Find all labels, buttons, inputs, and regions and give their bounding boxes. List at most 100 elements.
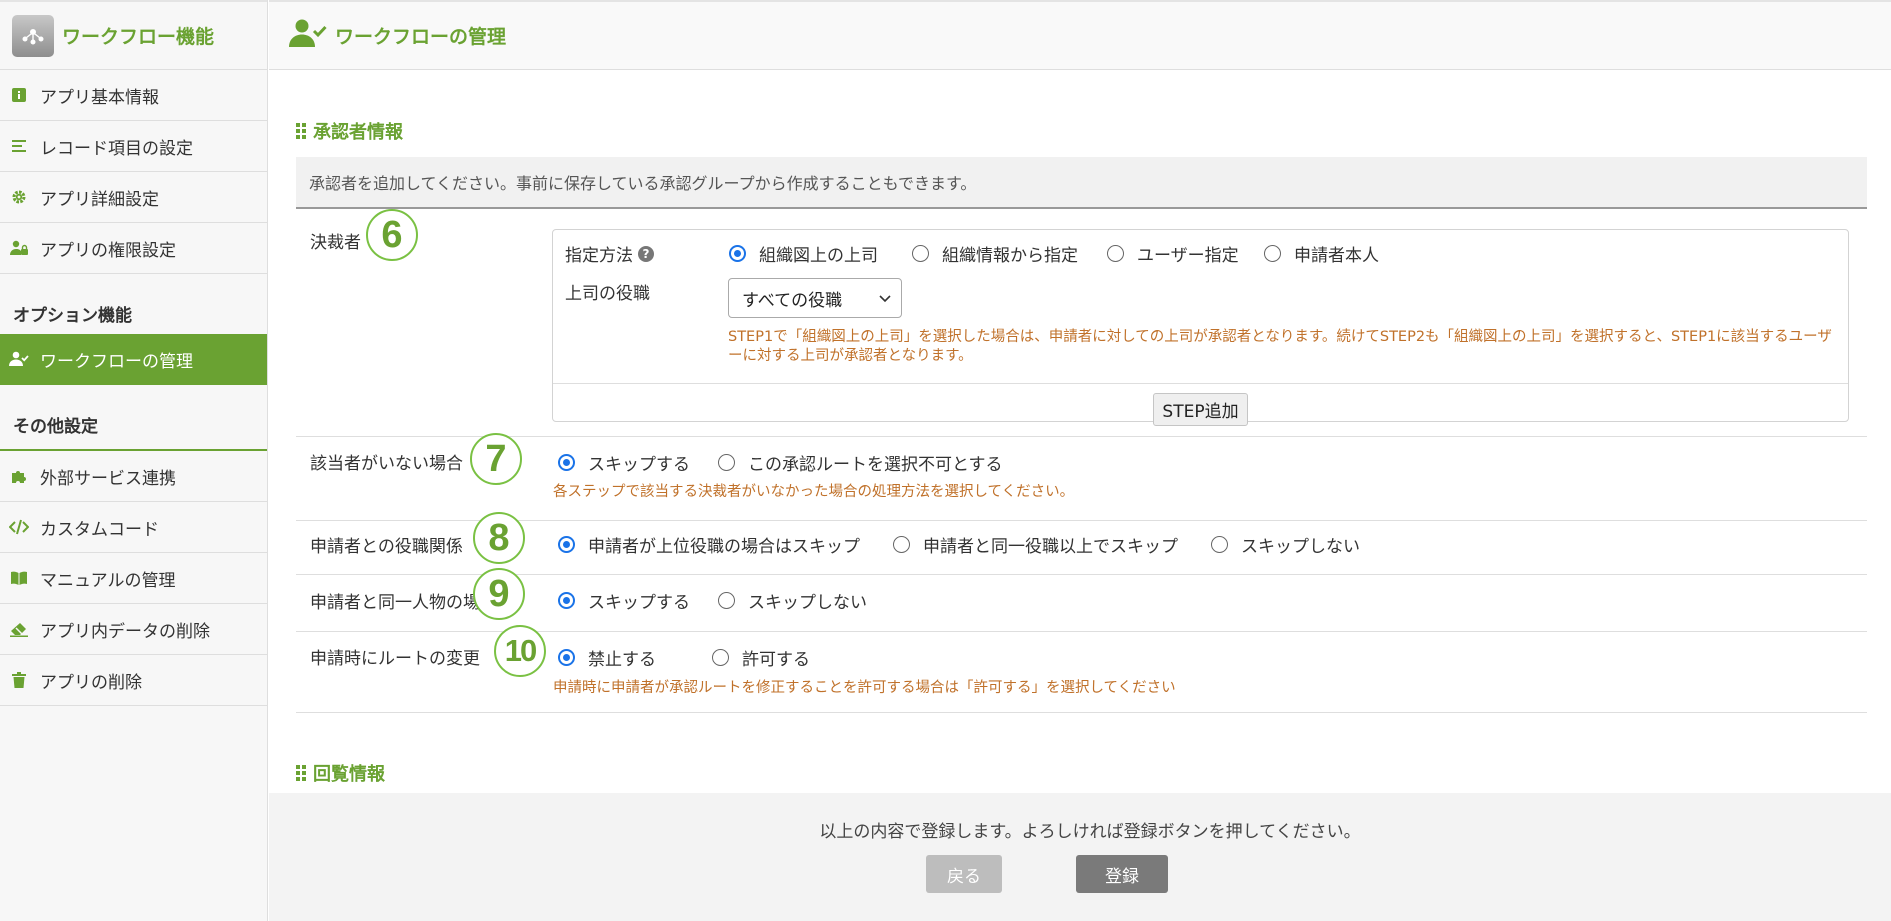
sidebar-item-label: アプリ基本情報: [40, 87, 159, 108]
page-header: ワークフローの管理: [269, 0, 1891, 70]
radio-button[interactable]: [1211, 536, 1228, 553]
sidebar-item-custom-code[interactable]: カスタムコード: [0, 502, 267, 553]
method-option-applicant[interactable]: 申請者本人: [1264, 241, 1379, 266]
step-number-badge: 6: [366, 209, 418, 261]
divider: [296, 520, 1867, 521]
sidebar-item-label: アプリの権限設定: [40, 240, 176, 261]
step-number-badge: 10: [494, 625, 546, 677]
radio-label: 組織図上の上司: [759, 246, 878, 266]
sidebar-item-label: マニュアルの管理: [40, 570, 176, 591]
decider-label: 決裁者: [310, 233, 361, 253]
radio-label: スキップする: [588, 455, 690, 475]
sidebar-item-external-services[interactable]: 外部サービス連携: [0, 451, 267, 502]
radio-button[interactable]: [912, 245, 929, 262]
register-button[interactable]: 登録: [1076, 855, 1168, 893]
radio-label: 許可する: [742, 650, 810, 670]
step-number-badge: 8: [473, 512, 525, 564]
approver-section-title: 承認者情報: [296, 118, 403, 144]
radio-button[interactable]: [712, 649, 729, 666]
no-match-option-disable-route[interactable]: この承認ルートを選択不可とする: [718, 450, 1003, 475]
radio-label: 申請者と同一役職以上でスキップ: [923, 537, 1178, 557]
boss-role-label: 上司の役職: [565, 284, 650, 304]
method-option-user[interactable]: ユーザー指定: [1107, 241, 1239, 266]
method-label-text: 指定方法: [565, 246, 633, 266]
radio-label: 申請者本人: [1294, 246, 1379, 266]
sidebar-item-manual-management[interactable]: マニュアルの管理: [0, 553, 267, 604]
role-relation-option-higher-skip[interactable]: 申請者が上位役職の場合はスキップ: [558, 532, 860, 557]
sidebar-section-options: オプション機能: [13, 306, 132, 326]
role-relation-option-same-or-higher-skip[interactable]: 申請者と同一役職以上でスキップ: [893, 532, 1178, 557]
user-check-icon: [9, 349, 29, 369]
role-relation-label: 申請者との役職関係: [310, 537, 463, 557]
sidebar-item-app-basic-info[interactable]: アプリ基本情報: [0, 70, 267, 121]
sidebar-item-delete-app-data[interactable]: アプリ内データの削除: [0, 604, 267, 655]
page-title: ワークフローの管理: [335, 26, 507, 48]
boss-role-select[interactable]: すべての役職: [728, 278, 902, 318]
circulation-section-title: 回覧情報: [296, 760, 385, 786]
section-title-text: 承認者情報: [313, 122, 403, 143]
sidebar-item-label: アプリ内データの削除: [40, 621, 210, 642]
same-person-option-skip[interactable]: スキップする: [558, 588, 690, 613]
sidebar-item-workflow-management[interactable]: ワークフローの管理: [0, 334, 267, 385]
grip-icon: [296, 765, 306, 781]
help-icon[interactable]: ?: [638, 245, 654, 262]
sidebar: ワークフロー機能 アプリ基本情報 レコード項目の設定 アプリ詳細設定 アプリの権…: [0, 0, 268, 921]
radio-button[interactable]: [718, 592, 735, 609]
no-match-label: 該当者がいない場合: [310, 454, 463, 474]
method-option-org-chart-boss[interactable]: 組織図上の上司: [729, 241, 878, 266]
sidebar-item-app-detail-settings[interactable]: アプリ詳細設定: [0, 172, 267, 223]
sidebar-title: ワークフロー機能: [62, 26, 215, 48]
section-title-text: 回覧情報: [313, 764, 385, 785]
no-match-note: 各ステップで該当する決裁者がいなかった場合の処理方法を選択してください。: [553, 484, 1075, 500]
user-check-icon: [289, 18, 327, 53]
sidebar-item-label: レコード項目の設定: [40, 138, 193, 159]
decider-settings-box: 指定方法 ? 組織図上の上司 組織情報から指定 ユーザー指定 申請者本人 上司の…: [552, 229, 1849, 426]
step-number-badge: 9: [473, 568, 525, 620]
radio-label: スキップしない: [1241, 537, 1360, 557]
code-icon: [9, 517, 29, 537]
divider: [296, 436, 1867, 437]
radio-button[interactable]: [1264, 245, 1281, 262]
step-add-row: STEP追加: [553, 383, 1848, 426]
trash-icon: [9, 670, 29, 690]
radio-button[interactable]: [1107, 245, 1124, 262]
decider-note: STEP1で「組織図上の上司」を選択した場合は、申請者に対しての上司が承認者とな…: [728, 329, 1832, 364]
eraser-icon: [9, 619, 29, 639]
info-icon: [9, 85, 29, 105]
sidebar-item-record-fields[interactable]: レコード項目の設定: [0, 121, 267, 172]
radio-label: スキップする: [588, 593, 690, 613]
role-relation-option-no-skip[interactable]: スキップしない: [1211, 532, 1360, 557]
route-change-option-forbid[interactable]: 禁止する: [558, 645, 656, 670]
sidebar-item-delete-app[interactable]: アプリの削除: [0, 655, 267, 706]
sidebar-item-app-permissions[interactable]: アプリの権限設定: [0, 223, 267, 274]
sidebar-item-label: カスタムコード: [40, 519, 159, 540]
radio-button[interactable]: [718, 454, 735, 471]
step-add-button[interactable]: STEP追加: [1153, 393, 1248, 426]
same-person-option-no-skip[interactable]: スキップしない: [718, 588, 867, 613]
book-icon: [9, 568, 29, 588]
radio-label: ユーザー指定: [1137, 246, 1239, 266]
no-match-option-skip[interactable]: スキップする: [558, 450, 690, 475]
radio-button[interactable]: [558, 649, 575, 666]
user-lock-icon: [9, 238, 29, 258]
route-change-note: 申請時に申請者が承認ルートを修正することを許可する場合は「許可する」を選択してく…: [553, 680, 1176, 696]
radio-button[interactable]: [558, 454, 575, 471]
method-option-org-info[interactable]: 組織情報から指定: [912, 241, 1078, 266]
back-button[interactable]: 戻る: [926, 855, 1002, 893]
radio-button[interactable]: [558, 536, 575, 553]
sidebar-item-label: アプリの削除: [40, 672, 142, 693]
radio-button[interactable]: [729, 245, 746, 262]
radio-button[interactable]: [893, 536, 910, 553]
radio-label: 申請者が上位役職の場合はスキップ: [588, 537, 860, 557]
radio-button[interactable]: [558, 592, 575, 609]
route-change-label: 申請時にルートの変更: [310, 649, 480, 669]
footer-bar: 以上の内容で登録します。よろしければ登録ボタンを押してください。 戻る 登録: [269, 793, 1891, 921]
radio-label: 組織情報から指定: [942, 246, 1078, 266]
step-number-badge: 7: [470, 433, 522, 485]
grip-icon: [296, 123, 306, 139]
sidebar-section-other: その他設定: [0, 385, 267, 451]
puzzle-icon: [9, 466, 29, 486]
app-logo-icon: [12, 14, 54, 57]
sidebar-item-label: アプリ詳細設定: [40, 189, 159, 210]
route-change-option-allow[interactable]: 許可する: [712, 645, 810, 670]
